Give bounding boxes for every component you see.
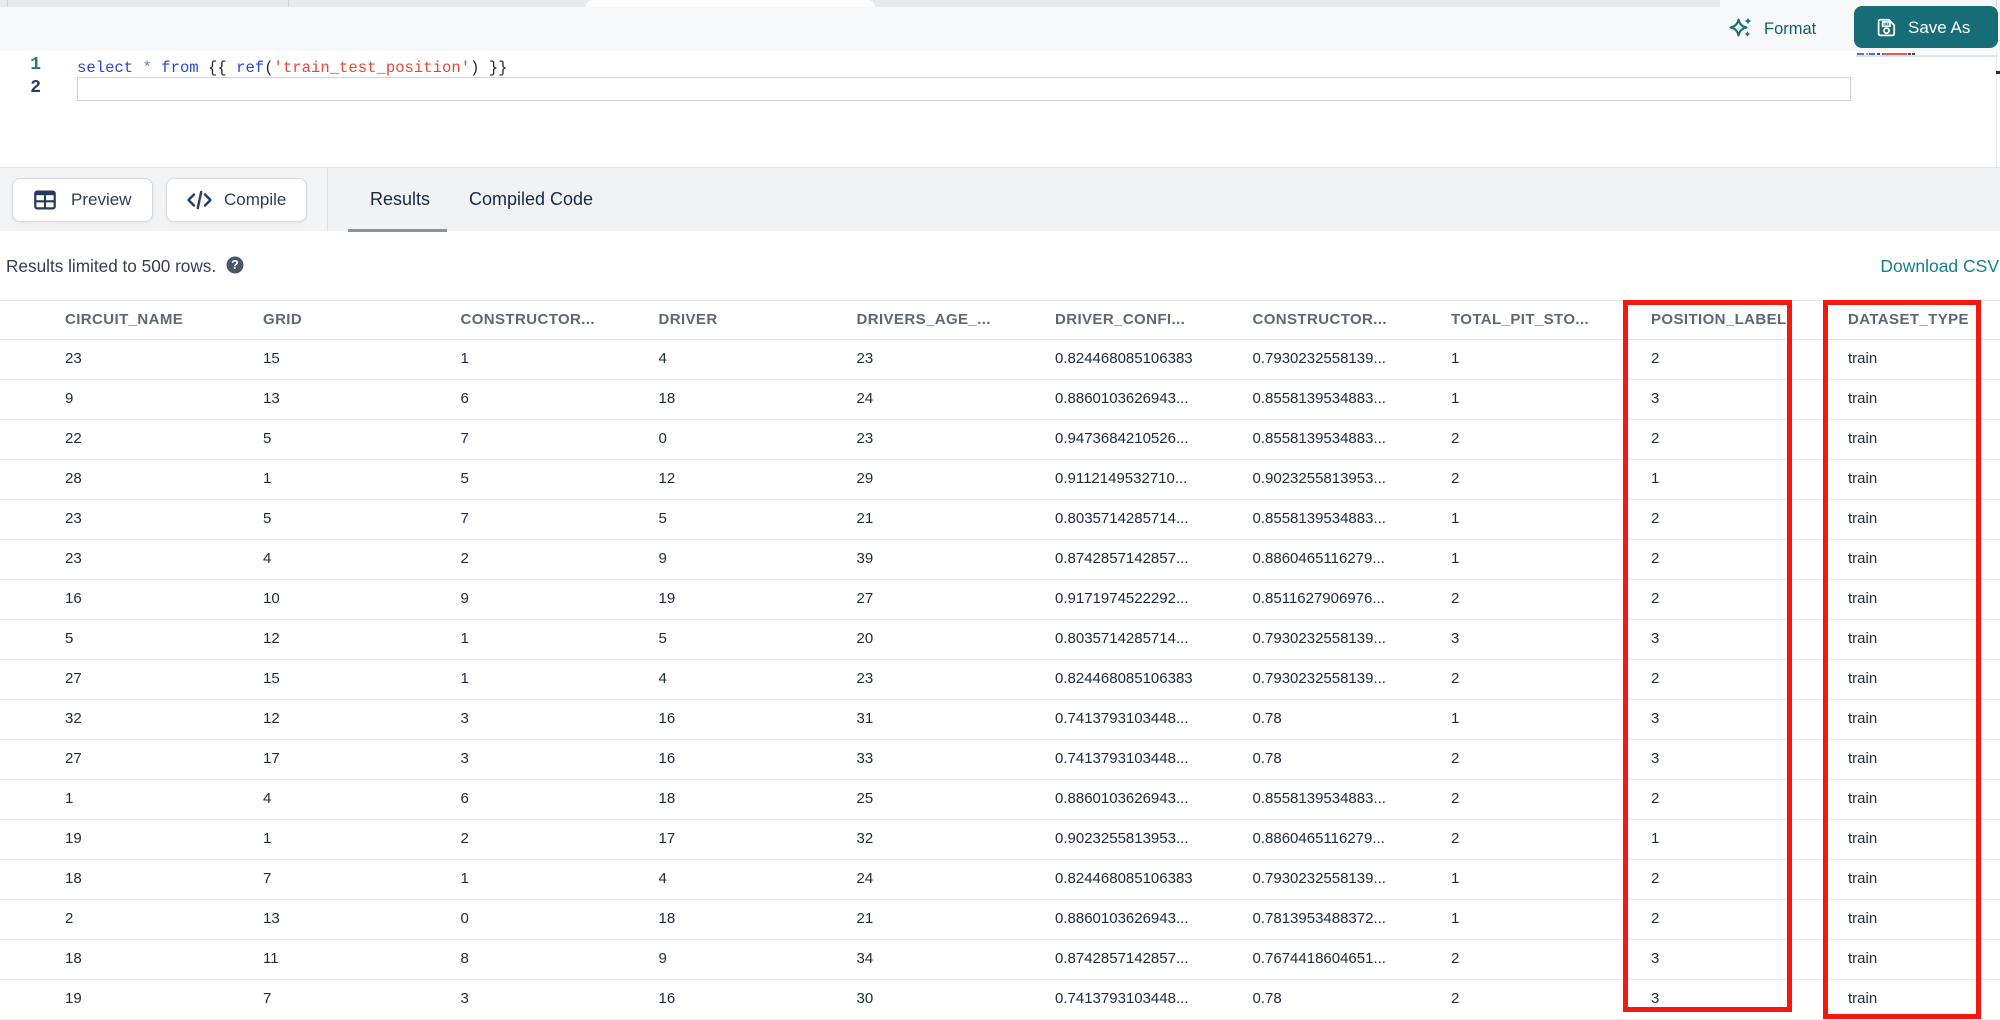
svg-text:?: ? bbox=[231, 258, 239, 272]
